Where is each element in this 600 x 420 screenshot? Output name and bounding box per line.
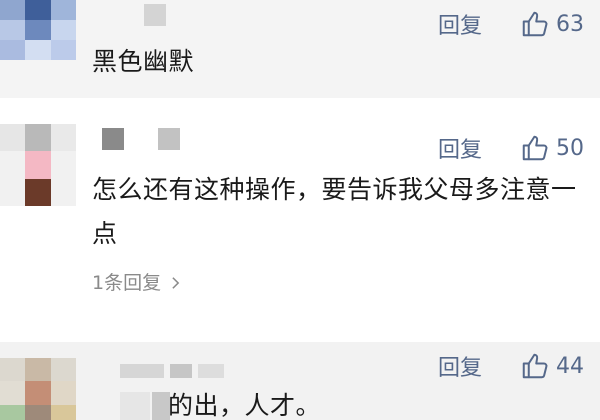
avatar-pixel [0,0,26,20]
comment-actions: 回复 50 [438,132,584,164]
avatar-pixel [0,381,26,405]
like-count: 44 [556,353,584,379]
text-mosaic [120,392,170,420]
username-mosaic [102,128,180,150]
username-mosaic [120,364,224,378]
avatar-pixel [0,358,26,382]
reply-button[interactable]: 回复 [438,132,482,164]
comment-actions: 回复 63 [438,8,584,40]
comment-text: 黑色幽默 [92,47,195,76]
avatar-pixel [50,178,76,206]
avatar-pixel [50,151,76,179]
like-count: 50 [556,135,584,161]
like-button[interactable]: 44 [520,351,584,381]
avatar-pixel [0,20,26,40]
chevron-right-icon [172,277,180,289]
avatar-pixel [0,178,26,206]
avatar-pixel [25,178,51,206]
avatar-pixel [25,40,51,60]
comment-text: 的出，人才。 [168,391,322,420]
like-button[interactable]: 50 [520,133,584,163]
reply-button[interactable]: 回复 [438,8,482,40]
avatar-pixel [50,404,76,420]
thumbs-up-icon [522,11,548,37]
comment-text: 怎么还有这种操作，要告诉我父母多注意一点 [92,175,577,248]
avatar-pixel [0,404,26,420]
avatar-pixel [25,124,51,152]
avatar-pixel [25,20,51,40]
replies-link[interactable]: 1条回复 [92,268,180,295]
avatar-pixel [25,0,51,20]
avatar-pixel [25,358,51,382]
avatar[interactable] [0,124,76,206]
avatar-pixel [25,381,51,405]
like-count: 63 [556,11,584,37]
avatar-pixel [0,124,26,152]
like-button[interactable]: 63 [520,9,584,39]
avatar-pixel [50,40,76,60]
thumbs-up-icon [522,353,548,379]
avatar-pixel [50,0,76,20]
avatar-pixel [0,40,26,60]
username-mosaic [144,4,166,26]
avatar-pixel [0,151,26,179]
avatar[interactable] [0,358,76,420]
avatar[interactable] [0,0,76,60]
avatar-pixel [50,358,76,382]
avatar-pixel [25,151,51,179]
avatar-pixel [50,381,76,405]
avatar-pixel [50,20,76,40]
replies-count: 1条回复 [92,272,162,294]
reply-button[interactable]: 回复 [438,350,482,382]
comment-item: 回复 44 的出，人才。 [0,342,600,420]
comment-actions: 回复 44 [438,350,584,382]
avatar-pixel [50,124,76,152]
comment-item: 回复 50 怎么还有这种操作，要告诉我父母多注意一点 1条回复 [0,98,600,342]
comment-item: 回复 63 黑色幽默 [0,0,600,98]
avatar-pixel [25,404,51,420]
thumbs-up-icon [522,135,548,161]
